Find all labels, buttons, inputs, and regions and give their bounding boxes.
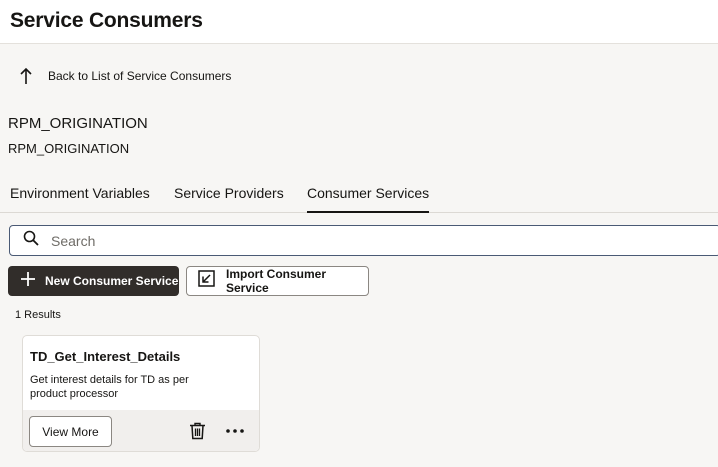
page-title: Service Consumers (10, 9, 203, 32)
results-count: 1 Results (15, 309, 61, 321)
card-footer: View More (23, 410, 259, 451)
tab-environment-variables[interactable]: Environment Variables (10, 185, 150, 211)
card-description: Get interest details for TD as per produ… (30, 374, 189, 400)
card-title: TD_Get_Interest_Details (30, 349, 181, 364)
arrow-up-icon (18, 67, 34, 85)
import-icon (187, 270, 215, 292)
trash-icon[interactable] (186, 420, 208, 442)
tab-service-providers[interactable]: Service Providers (174, 185, 284, 211)
entity-subtitle: RPM_ORIGINATION (8, 141, 130, 156)
search-icon (10, 230, 39, 251)
back-link-label: Back to List of Service Consumers (48, 69, 232, 83)
entity-name: RPM_ORIGINATION (8, 115, 148, 132)
plus-icon (8, 271, 36, 292)
import-consumer-service-button[interactable]: Import Consumer Service (186, 266, 369, 296)
tab-consumer-services[interactable]: Consumer Services (307, 185, 430, 213)
consumer-service-card: TD_Get_Interest_Details Get interest det… (22, 335, 260, 452)
new-consumer-service-button[interactable]: New Consumer Service (8, 266, 179, 296)
view-more-button[interactable]: View More (29, 416, 112, 447)
search-box (9, 225, 718, 256)
back-link[interactable]: Back to List of Service Consumers (18, 64, 231, 88)
search-input[interactable] (51, 232, 651, 249)
page-header: Service Consumers (0, 0, 718, 44)
tab-bar: Environment Variables Service Providers … (0, 178, 718, 213)
new-consumer-service-label: New Consumer Service (45, 274, 179, 288)
import-consumer-service-label: Import Consumer Service (226, 267, 327, 295)
more-horizontal-icon[interactable] (224, 420, 246, 442)
